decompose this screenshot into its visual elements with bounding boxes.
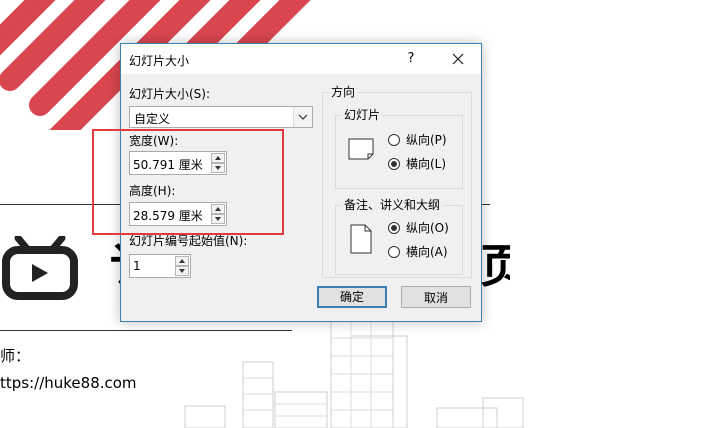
dialog-titlebar[interactable]: 幻灯片大小 ?: [121, 44, 481, 74]
start-number-label: 幻灯片编号起始值(N):: [129, 234, 248, 248]
slides-orientation-group: 幻灯片 纵向(P) 横向(L): [335, 108, 463, 189]
notes-landscape-label[interactable]: 横向(A): [406, 245, 448, 259]
ok-button[interactable]: 确定: [317, 286, 387, 308]
landscape-page-icon: [348, 138, 374, 160]
city-buildings-illustration: [184, 319, 524, 428]
help-button[interactable]: ?: [397, 48, 425, 70]
slide-size-value: 自定义: [134, 112, 171, 126]
slides-portrait-label[interactable]: 纵向(P): [406, 133, 447, 147]
close-icon[interactable]: [444, 48, 472, 70]
notes-group-label: 备注、讲义和大纲: [342, 198, 443, 212]
slides-landscape-label[interactable]: 横向(L): [406, 157, 446, 171]
arrow-down-icon: [179, 269, 185, 273]
chevron-down-icon[interactable]: [293, 107, 312, 127]
dialog-title: 幻灯片大小: [129, 54, 190, 68]
website-url: ttps://huke88.com: [0, 374, 137, 392]
teacher-label: 师：: [0, 347, 31, 365]
number-decrease-button[interactable]: [175, 266, 189, 276]
slide-size-label: 幻灯片大小(S):: [129, 87, 211, 101]
orientation-group: 方向 幻灯片 纵向(P) 横向(L) 备注、讲义和大纲 纵向(O) 横向(A): [322, 85, 472, 278]
slides-portrait-radio[interactable]: [388, 134, 400, 146]
slides-landscape-radio[interactable]: [388, 158, 400, 170]
arrow-up-icon: [179, 259, 185, 263]
notes-orientation-group: 备注、讲义和大纲 纵向(O) 横向(A): [335, 198, 463, 275]
orientation-label: 方向: [329, 85, 358, 99]
highlight-annotation-box: [92, 129, 284, 235]
portrait-page-icon: [350, 224, 372, 254]
start-number-stepper[interactable]: 1: [129, 254, 191, 278]
notes-landscape-radio[interactable]: [388, 246, 400, 258]
slide-size-select[interactable]: 自定义: [129, 106, 313, 128]
notes-portrait-radio[interactable]: [388, 222, 400, 234]
cancel-button[interactable]: 取消: [401, 286, 471, 308]
slide-title-right: 页: [480, 239, 510, 293]
notes-portrait-label[interactable]: 纵向(O): [406, 221, 449, 235]
slides-group-label: 幻灯片: [342, 108, 383, 122]
tv-logo-icon: [2, 236, 78, 300]
number-increase-button[interactable]: [175, 256, 189, 266]
start-number-value: 1: [133, 259, 141, 273]
